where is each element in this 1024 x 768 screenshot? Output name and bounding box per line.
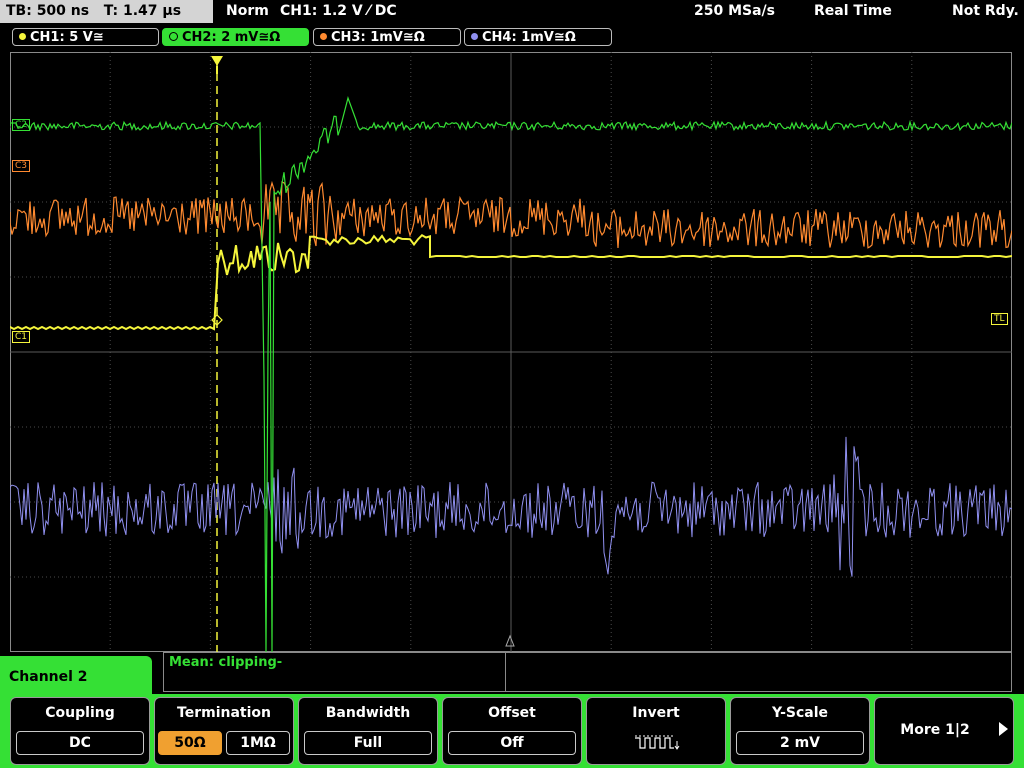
ch2-dot-icon xyxy=(169,32,178,41)
ch3-offset-marker[interactable]: C3 xyxy=(12,160,31,172)
termination-1mohm-option[interactable]: 1MΩ xyxy=(226,731,290,755)
sample-rate: 250 MSa/s xyxy=(694,3,776,19)
measurement-readout: Mean: clipping- xyxy=(169,655,283,670)
offset-value[interactable]: Off xyxy=(448,731,576,755)
tab-ch3-label: CH3: 1mV≅Ω xyxy=(331,30,425,45)
timebase-readout: TB: 500 ns xyxy=(6,3,90,19)
ch4-dot-icon xyxy=(471,33,478,40)
yscale-value[interactable]: 2 mV xyxy=(736,731,864,755)
offset-title: Offset xyxy=(488,705,536,721)
ready-state: Not Rdy. xyxy=(952,3,1019,19)
inverted-square-wave-icon xyxy=(635,735,680,750)
trigger-mode[interactable]: Norm xyxy=(226,0,269,23)
ch3-dot-icon xyxy=(320,33,327,40)
tab-ch3[interactable]: CH3: 1mV≅Ω xyxy=(313,28,461,46)
more-label: More 1|2 xyxy=(900,722,970,738)
tab-ch4[interactable]: CH4: 1mV≅Ω xyxy=(464,28,612,46)
chevron-right-icon xyxy=(999,722,1008,736)
ch1-dot-icon xyxy=(19,33,26,40)
trigger-time-readout: T: 1.47 µs xyxy=(103,3,182,19)
trigger-level-marker[interactable]: TL xyxy=(991,313,1008,325)
tab-ch4-label: CH4: 1mV≅Ω xyxy=(482,30,576,45)
ch2-offset-marker[interactable]: C2 xyxy=(12,119,31,131)
meas-divider xyxy=(505,653,506,691)
coupling-title: Coupling xyxy=(45,705,115,721)
acquisition-mode: Real Time xyxy=(814,3,892,19)
trigger-setting[interactable]: CH1: 1.2 V ⁄ DC xyxy=(280,0,397,23)
grid xyxy=(10,52,1012,652)
tab-ch1-label: CH1: 5 V≅ xyxy=(30,30,104,45)
timebase-box[interactable]: TB: 500 ns T: 1.47 µs xyxy=(0,0,213,23)
invert-title: Invert xyxy=(632,705,680,721)
measurement-panel xyxy=(163,652,1012,692)
trigger-position-icon[interactable] xyxy=(211,56,223,66)
bandwidth-title: Bandwidth xyxy=(325,705,411,721)
termination-title: Termination xyxy=(177,705,271,721)
bandwidth-value[interactable]: Full xyxy=(304,731,432,755)
coupling-value[interactable]: DC xyxy=(16,731,144,755)
tab-ch1[interactable]: CH1: 5 V≅ xyxy=(12,28,159,46)
yscale-title: Y-Scale xyxy=(771,705,828,721)
panel-title: Channel 2 xyxy=(0,656,152,696)
waveform-canvas xyxy=(10,52,1012,652)
tab-ch2-label: CH2: 2 mV≅Ω xyxy=(182,30,281,45)
ch1-offset-marker[interactable]: C1 xyxy=(12,331,31,343)
center-marker-icon xyxy=(505,634,515,647)
tab-ch2[interactable]: CH2: 2 mV≅Ω xyxy=(162,28,309,46)
termination-50ohm-option[interactable]: 50Ω xyxy=(158,731,222,755)
